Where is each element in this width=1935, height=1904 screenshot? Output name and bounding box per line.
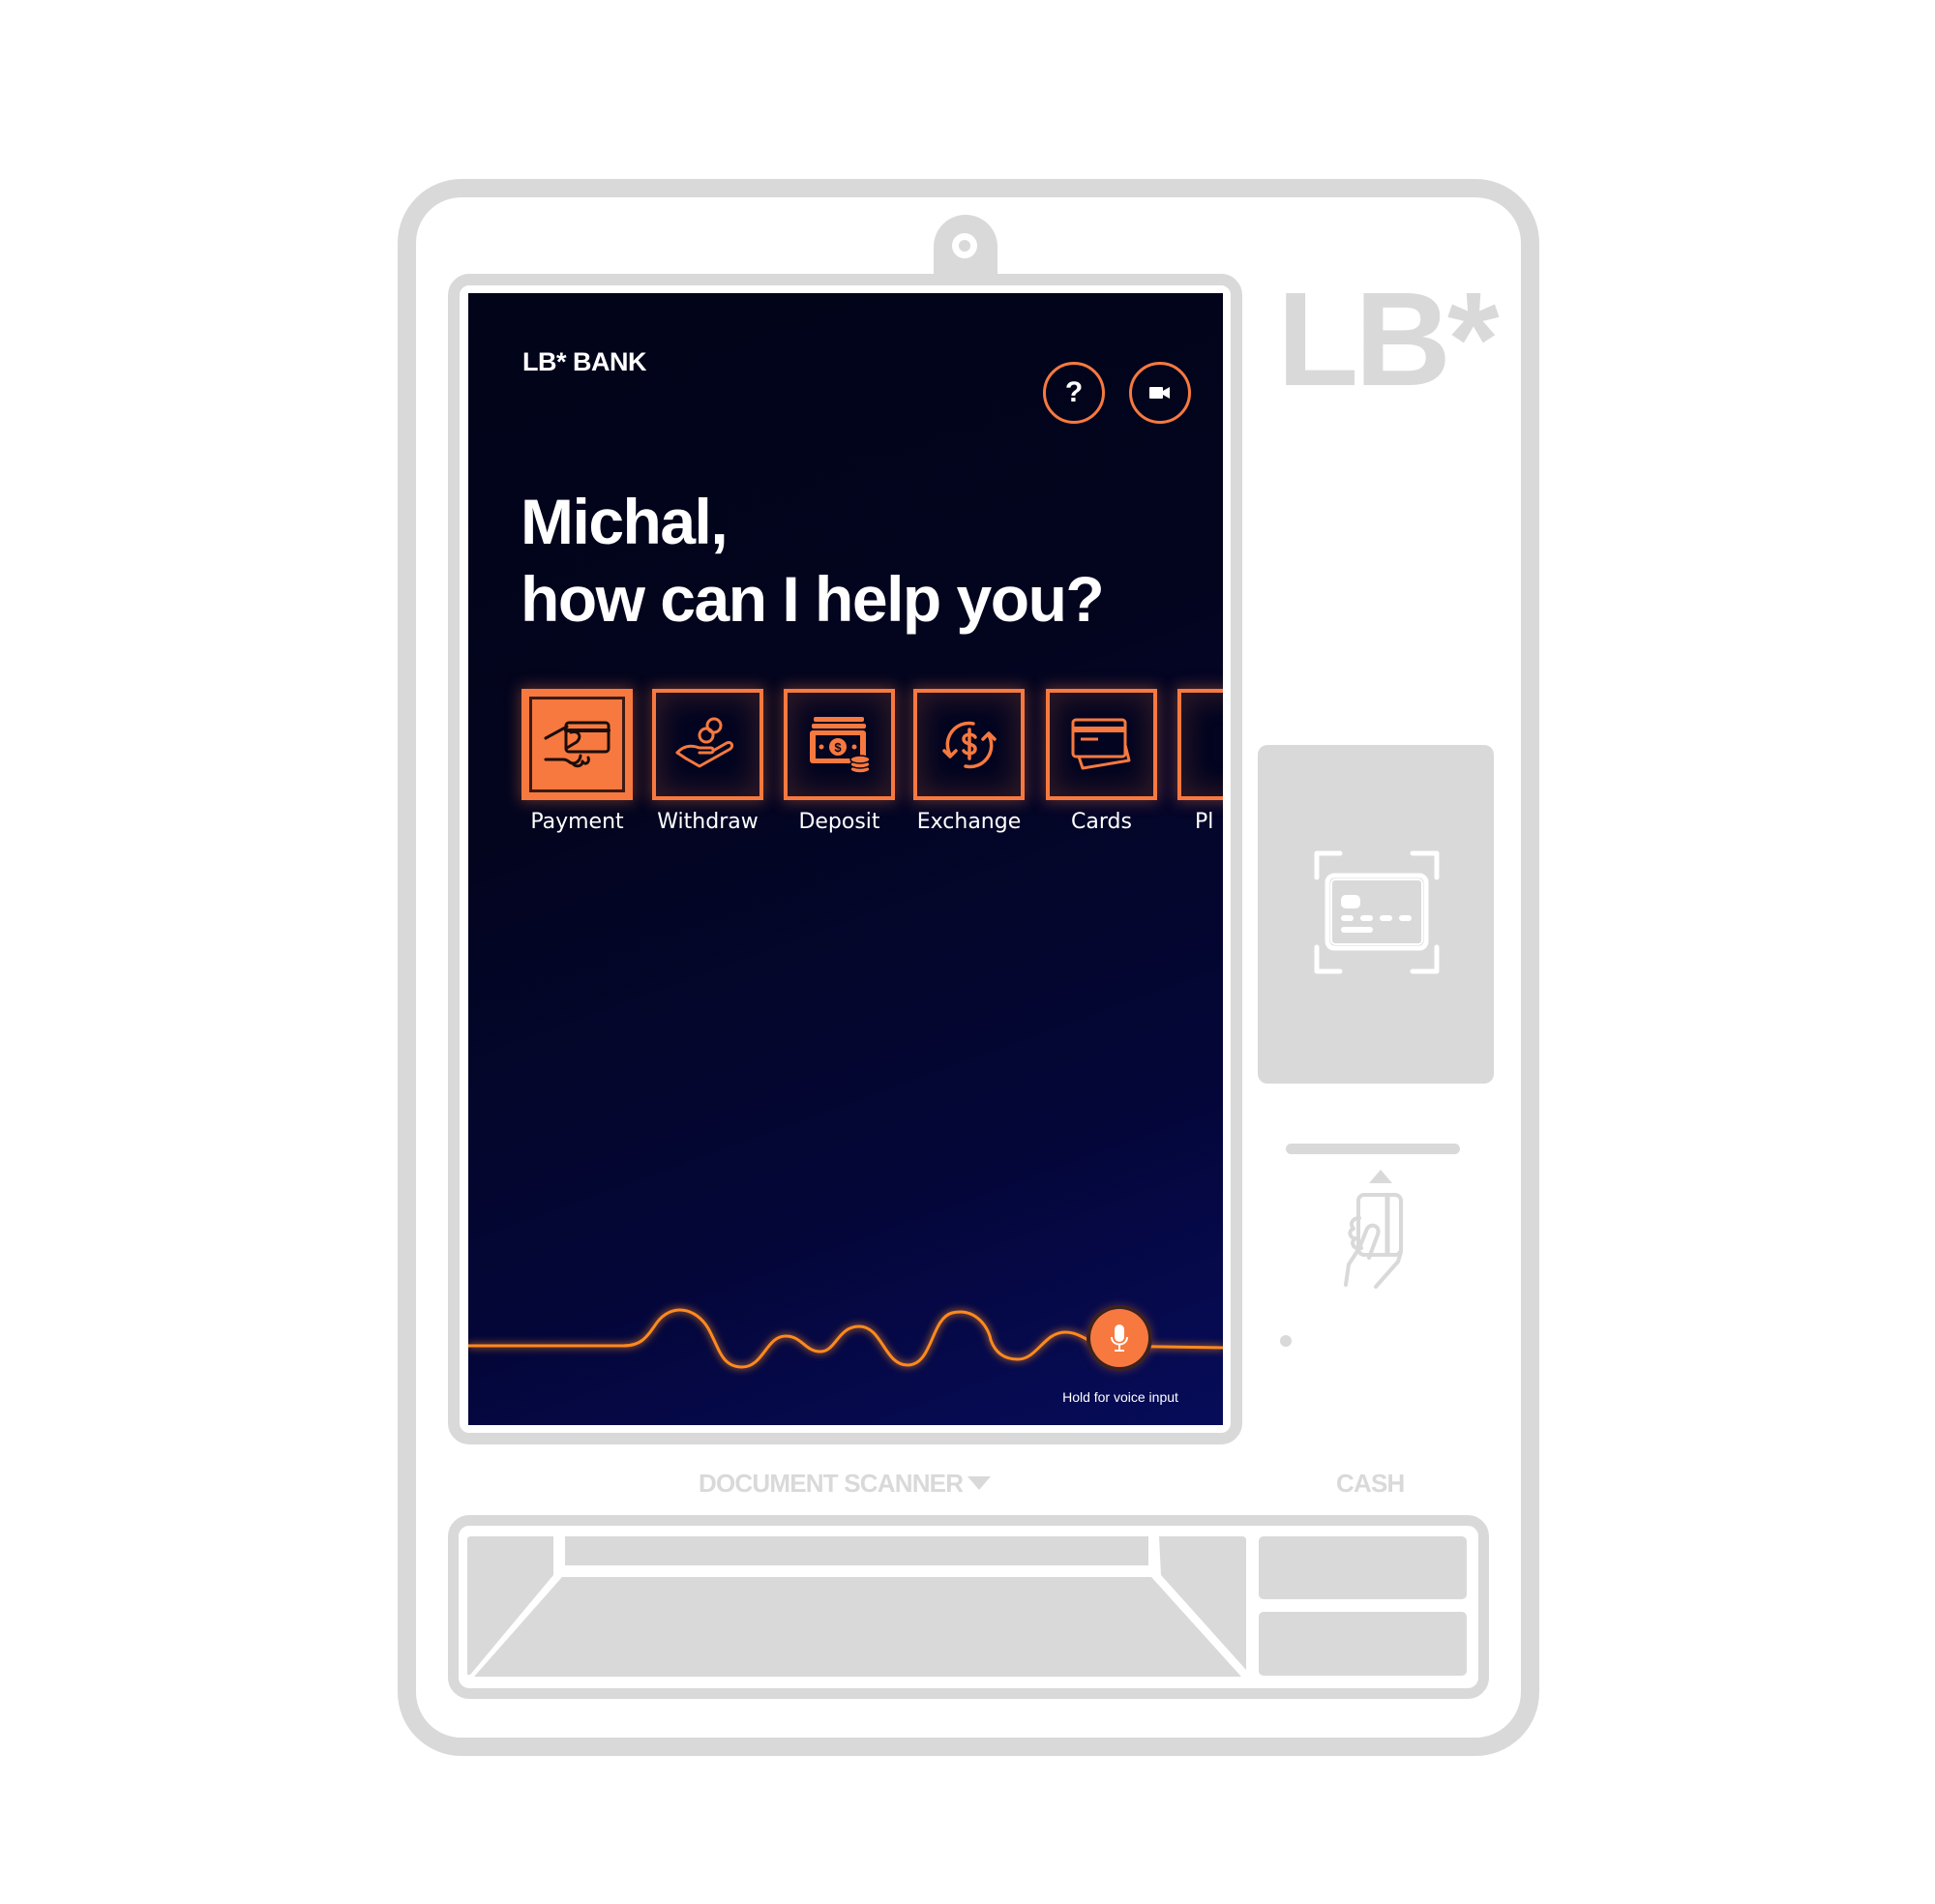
service-label: Exchange bbox=[916, 810, 1022, 834]
card-reader-panel[interactable] bbox=[1258, 745, 1494, 1084]
service-label: Pl bbox=[1195, 810, 1214, 834]
dispenser-tray-slots bbox=[467, 1536, 1467, 1677]
service-more-partial[interactable]: Pl bbox=[1177, 689, 1223, 834]
question-icon: ? bbox=[1064, 376, 1084, 408]
scanner-arrow-icon bbox=[968, 1476, 991, 1490]
service-label: Payment bbox=[530, 810, 624, 834]
coins-hand-icon bbox=[675, 717, 733, 767]
service-tile[interactable] bbox=[652, 689, 763, 800]
scanner-top-bar bbox=[565, 1536, 1148, 1565]
cash-slot-top bbox=[1259, 1536, 1467, 1599]
voice-input-hint: Hold for voice input bbox=[1062, 1389, 1178, 1405]
voice-input-button[interactable] bbox=[1090, 1309, 1148, 1367]
service-tile[interactable] bbox=[521, 689, 633, 800]
service-label: Cards bbox=[1071, 810, 1132, 834]
help-button[interactable]: ? bbox=[1043, 362, 1105, 424]
microphone-icon bbox=[1111, 1324, 1128, 1352]
video-camera-icon bbox=[1149, 387, 1170, 399]
service-tile[interactable] bbox=[1046, 689, 1157, 800]
document-scanner-glass bbox=[474, 1577, 1241, 1677]
service-tile[interactable] bbox=[913, 689, 1025, 800]
service-deposit[interactable]: $ Deposit bbox=[784, 689, 909, 834]
document-scanner-label: DOCUMENT SCANNER bbox=[699, 1469, 964, 1498]
cards-icon bbox=[1071, 718, 1130, 769]
greeting-name: Michal, bbox=[521, 486, 729, 557]
kiosk-screen: LB* BANK ? Michal, how can I help you? P… bbox=[468, 293, 1223, 1425]
currency-exchange-icon bbox=[941, 721, 997, 768]
card-insert-slot[interactable] bbox=[1286, 1144, 1460, 1154]
card-scan-icon bbox=[1314, 850, 1440, 974]
service-withdraw[interactable]: Withdraw bbox=[652, 689, 778, 834]
service-tile[interactable] bbox=[1177, 689, 1223, 800]
cash-stack-icon: $ bbox=[809, 716, 871, 774]
bank-brand: LB* BANK bbox=[522, 347, 647, 376]
svg-text:$: $ bbox=[834, 740, 842, 755]
kiosk-logo: LB* bbox=[1277, 265, 1500, 414]
service-label: Withdraw bbox=[657, 810, 759, 834]
service-exchange[interactable]: Exchange bbox=[913, 689, 1039, 834]
service-cards[interactable]: Cards bbox=[1046, 689, 1172, 834]
camera-icon bbox=[952, 233, 977, 258]
service-payment[interactable]: Payment bbox=[521, 689, 647, 834]
status-indicator-light bbox=[1280, 1335, 1292, 1347]
service-tile[interactable]: $ bbox=[784, 689, 895, 800]
greeting-question: how can I help you? bbox=[521, 563, 1105, 635]
video-call-button[interactable] bbox=[1129, 362, 1191, 424]
card-in-hand-icon bbox=[544, 721, 610, 767]
hand-holding-card-icon bbox=[1344, 1193, 1403, 1289]
insert-arrow-icon bbox=[1369, 1170, 1392, 1183]
service-label: Deposit bbox=[798, 810, 880, 834]
cash-slot-bottom bbox=[1259, 1612, 1467, 1676]
cash-label: CASH bbox=[1336, 1469, 1405, 1498]
